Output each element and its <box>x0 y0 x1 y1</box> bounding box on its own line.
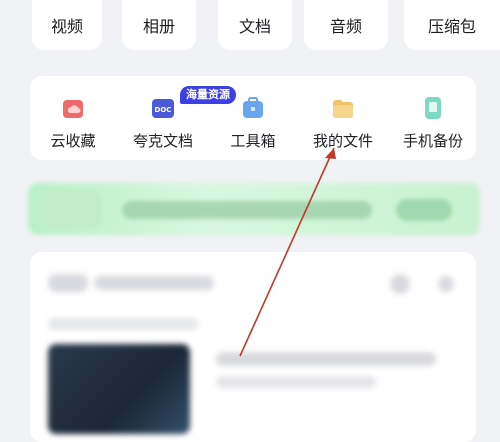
annotation-arrow <box>239 147 336 357</box>
